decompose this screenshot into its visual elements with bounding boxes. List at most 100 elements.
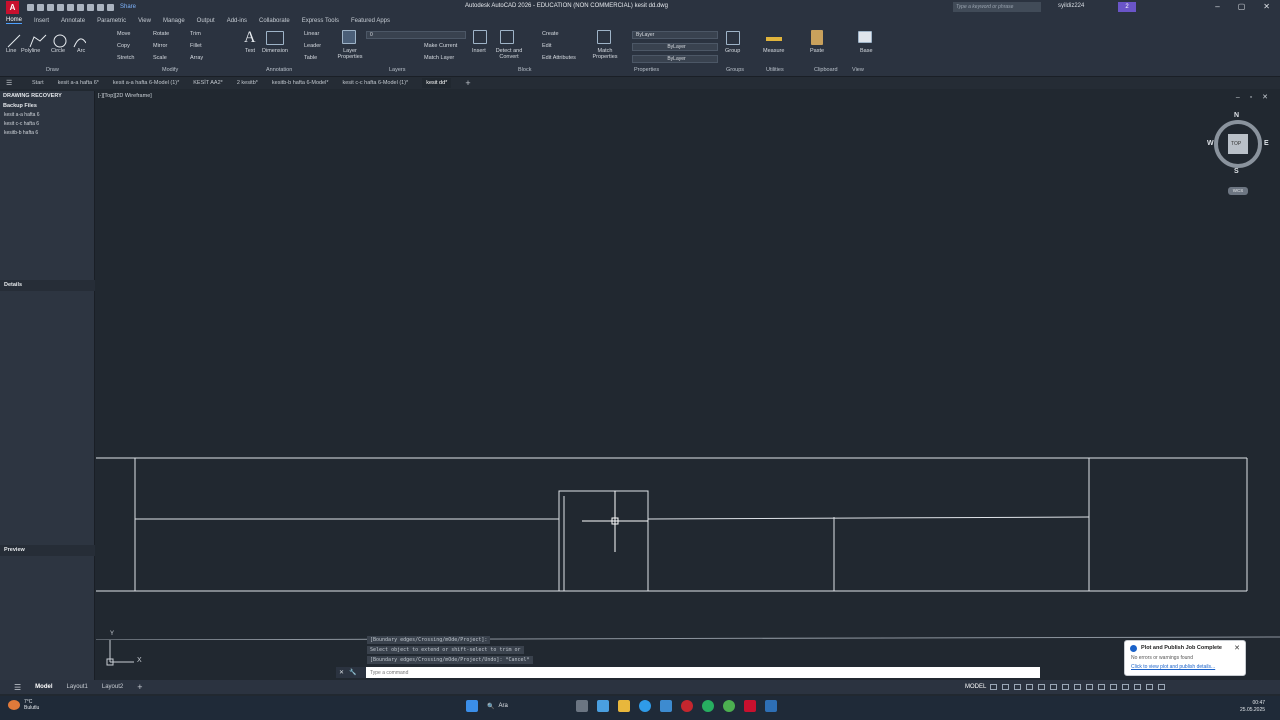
details-section-header[interactable]: Details bbox=[0, 280, 95, 291]
match-properties-icon[interactable] bbox=[597, 30, 611, 44]
create-block-tool[interactable]: Create bbox=[542, 31, 559, 37]
measure-icon[interactable] bbox=[766, 37, 782, 41]
undo-icon[interactable] bbox=[97, 3, 104, 11]
file-tab[interactable]: KESİT AA2* bbox=[193, 80, 223, 86]
new-tab-plus-icon[interactable]: + bbox=[465, 78, 470, 88]
viewcube[interactable]: N S E W TOP WCS bbox=[1207, 110, 1270, 200]
file-tab[interactable]: kesit a-a hafta 6* bbox=[58, 80, 99, 86]
preview-section-header[interactable]: Preview bbox=[0, 545, 95, 556]
wcs-menu[interactable]: WCS bbox=[1228, 187, 1248, 195]
backup-file-item[interactable]: kesitb-b hafta 6 bbox=[0, 129, 94, 138]
base-tool[interactable]: Base bbox=[860, 48, 873, 54]
save-icon[interactable] bbox=[47, 3, 54, 11]
layout-tab-model[interactable]: Model bbox=[35, 684, 52, 690]
match-properties-tool[interactable]: Match Properties bbox=[591, 48, 619, 60]
save-as-icon[interactable] bbox=[57, 3, 64, 11]
minimize-icon[interactable]: – bbox=[1215, 2, 1219, 11]
new-icon[interactable] bbox=[27, 3, 34, 11]
plot-icon[interactable] bbox=[87, 3, 94, 11]
linetype-dropdown[interactable]: ByLayer bbox=[632, 43, 718, 51]
polar-icon[interactable] bbox=[1026, 684, 1033, 690]
compass-south[interactable]: S bbox=[1234, 168, 1239, 175]
file-tab[interactable]: kesit a-a hafta 6-Model (1)* bbox=[113, 80, 179, 86]
autocad-logo-icon[interactable]: A bbox=[6, 0, 19, 14]
hamburger-menu-icon[interactable]: ☰ bbox=[6, 79, 14, 87]
file-tab[interactable]: kesitb-b hafta 6-Model* bbox=[272, 80, 329, 86]
text-icon[interactable]: A bbox=[244, 29, 256, 47]
osnap-icon[interactable] bbox=[1038, 684, 1045, 690]
cloud-open-icon[interactable] bbox=[67, 3, 74, 11]
clipboard-panel-title[interactable]: Clipboard bbox=[814, 67, 838, 73]
layouts-menu-icon[interactable]: ☰ bbox=[14, 683, 21, 692]
taskbar-clock[interactable]: 00:47 25.05.2025 bbox=[1240, 700, 1265, 714]
file-tab[interactable]: 2 kesitb* bbox=[237, 80, 258, 86]
workspace-gear-icon[interactable] bbox=[1110, 684, 1117, 690]
snap-icon[interactable] bbox=[1002, 684, 1009, 690]
linear-tool[interactable]: Linear bbox=[304, 31, 319, 37]
annotation-scale-icon[interactable] bbox=[1098, 684, 1105, 690]
block-panel-title[interactable]: Block bbox=[518, 67, 531, 73]
layer-dropdown[interactable]: 0 bbox=[366, 31, 466, 39]
ortho-icon[interactable] bbox=[1014, 684, 1021, 690]
file-tab[interactable]: kesit c-c hafta 6-Model (1)* bbox=[342, 80, 408, 86]
annotation-panel-title[interactable]: Annotation bbox=[266, 67, 292, 73]
tab-add-ins[interactable]: Add-ins bbox=[227, 18, 247, 24]
windows-start-icon[interactable] bbox=[466, 700, 478, 712]
close-icon[interactable]: ✕ bbox=[1263, 2, 1270, 11]
insert-tool[interactable]: Insert bbox=[472, 48, 486, 54]
layers-panel-title[interactable]: Layers bbox=[389, 67, 406, 73]
app-taskbar-icon[interactable] bbox=[765, 700, 777, 712]
polyline-tool[interactable]: Polyline bbox=[21, 48, 40, 54]
hardware-acceleration-icon[interactable] bbox=[1134, 684, 1141, 690]
array-tool[interactable]: Array bbox=[190, 55, 203, 61]
color-dropdown[interactable]: ByLayer bbox=[632, 31, 718, 39]
base-view-icon[interactable] bbox=[858, 31, 872, 43]
group-tool[interactable]: Group bbox=[725, 48, 740, 54]
mirror-tool[interactable]: Mirror bbox=[153, 43, 167, 49]
rotate-tool[interactable]: Rotate bbox=[153, 31, 169, 37]
close-notification-icon[interactable]: ✕ bbox=[1234, 644, 1240, 652]
transparency-icon[interactable] bbox=[1074, 684, 1081, 690]
detect-convert-tool[interactable]: Detect and Convert bbox=[494, 48, 524, 60]
help-search-input[interactable]: Type a keyword or phrase bbox=[953, 2, 1041, 12]
grid-icon[interactable] bbox=[990, 684, 997, 690]
chrome-icon[interactable] bbox=[723, 700, 735, 712]
lineweight-icon[interactable] bbox=[1062, 684, 1069, 690]
dimension-icon[interactable] bbox=[266, 31, 284, 45]
command-input[interactable] bbox=[366, 668, 1040, 677]
isolate-objects-icon[interactable] bbox=[1122, 684, 1129, 690]
stretch-tool[interactable]: Stretch bbox=[117, 55, 134, 61]
tab-annotate[interactable]: Annotate bbox=[61, 18, 85, 24]
otrack-icon[interactable] bbox=[1050, 684, 1057, 690]
properties-panel-title[interactable]: Properties bbox=[634, 67, 659, 73]
file-explorer-icon[interactable] bbox=[618, 700, 630, 712]
group-icon[interactable] bbox=[726, 31, 740, 45]
backup-file-item[interactable]: kesit a-a hafta 6 bbox=[0, 111, 94, 120]
text-tool[interactable]: Text bbox=[245, 48, 255, 54]
tab-featured-apps[interactable]: Featured Apps bbox=[351, 18, 390, 24]
viewport-label[interactable]: [-][Top][2D Wireframe] bbox=[98, 93, 152, 99]
tab-view[interactable]: View bbox=[138, 18, 151, 24]
paste-tool[interactable]: Paste bbox=[810, 48, 824, 54]
opera-icon[interactable] bbox=[681, 700, 693, 712]
taskbar-search[interactable]: 🔍 Ara bbox=[487, 703, 567, 710]
view-panel-title[interactable]: View bbox=[852, 67, 864, 73]
tab-insert[interactable]: Insert bbox=[34, 18, 49, 24]
viewcube-top-face[interactable]: TOP bbox=[1231, 141, 1241, 147]
maximize-icon[interactable]: ▢ bbox=[1238, 2, 1246, 11]
whatsapp-icon[interactable] bbox=[702, 700, 714, 712]
drawing-canvas[interactable] bbox=[96, 100, 1280, 640]
scale-tool[interactable]: Scale bbox=[153, 55, 167, 61]
weather-widget[interactable]: 7°C Bulutlu bbox=[8, 699, 39, 711]
file-tab-start[interactable]: Start bbox=[32, 80, 44, 86]
clean-screen-icon[interactable] bbox=[1146, 684, 1153, 690]
utilities-panel-title[interactable]: Utilities bbox=[766, 67, 784, 73]
insert-icon[interactable] bbox=[473, 30, 487, 44]
measure-tool[interactable]: Measure bbox=[763, 48, 784, 54]
tab-collaborate[interactable]: Collaborate bbox=[259, 18, 290, 24]
customization-icon[interactable] bbox=[1158, 684, 1165, 690]
tab-parametric[interactable]: Parametric bbox=[97, 18, 126, 24]
compass-east[interactable]: E bbox=[1264, 140, 1269, 147]
dimension-tool[interactable]: Dimension bbox=[262, 48, 288, 54]
redo-icon[interactable] bbox=[107, 3, 114, 11]
